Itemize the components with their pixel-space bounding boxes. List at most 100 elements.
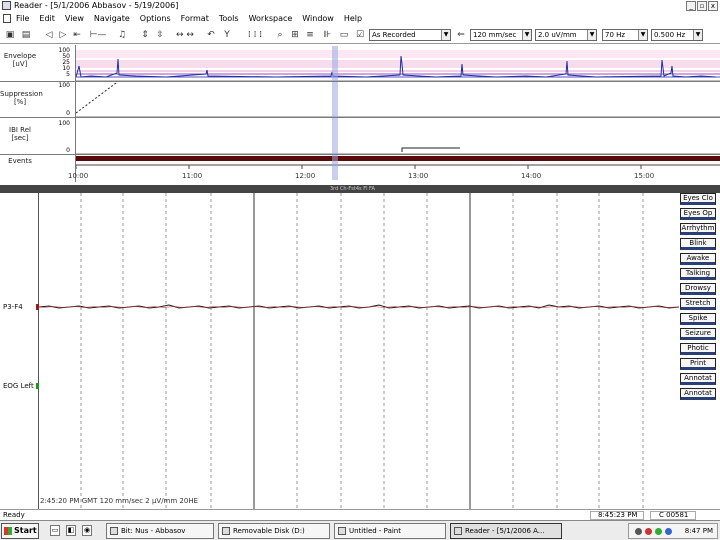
- save-icon[interactable]: ▣: [4, 29, 16, 41]
- panel-divider: [0, 154, 720, 155]
- eeg-graph[interactable]: [38, 193, 680, 509]
- timebase-select[interactable]: 120 mm/sec ▼: [470, 29, 532, 41]
- trend-label-unit: [sec]: [11, 134, 29, 142]
- forward-icon[interactable]: ▷: [58, 29, 68, 41]
- speed-icon[interactable]: ⇐: [455, 29, 467, 41]
- clock[interactable]: 8:47 PM: [685, 524, 713, 538]
- event-button-eyes-open[interactable]: Eyes Op: [680, 208, 716, 220]
- menu-bar: File Edit View Navigate Options Format T…: [0, 12, 720, 25]
- eeg-waveform-area[interactable]: [38, 193, 680, 509]
- event-button-annotation[interactable]: Annotat: [680, 373, 716, 385]
- tray-icon[interactable]: [665, 528, 672, 535]
- menu-options[interactable]: Options: [140, 12, 171, 25]
- channel-icon[interactable]: ≡: [305, 29, 315, 41]
- expand-icon[interactable]: ↔ ↔: [170, 29, 200, 41]
- drive-icon: [222, 527, 230, 535]
- tray-icon[interactable]: [655, 528, 662, 535]
- event-button-arrhythmia[interactable]: Arrhythm: [680, 223, 716, 235]
- print-icon[interactable]: ▤: [20, 29, 32, 41]
- measure-icon[interactable]: ⊞: [290, 29, 300, 41]
- hff-select[interactable]: 0.500 Hz ▼: [651, 29, 703, 41]
- menu-edit[interactable]: Edit: [39, 12, 55, 25]
- time-label: 13:00: [408, 172, 429, 180]
- trend-label-unit: [%]: [13, 98, 27, 106]
- menu-window[interactable]: Window: [302, 12, 334, 25]
- video-icon[interactable]: ▭: [338, 29, 350, 41]
- channel-label-eog-left[interactable]: EOG Left: [3, 382, 34, 390]
- timeline-icon[interactable]: ⊢—: [88, 29, 108, 41]
- explorer-icon[interactable]: ◧: [66, 525, 76, 536]
- search-icon[interactable]: ⌕: [275, 29, 285, 41]
- close-button[interactable]: x: [708, 1, 718, 11]
- event-button-print[interactable]: Print: [680, 358, 716, 370]
- filter-icon[interactable]: Y: [222, 29, 232, 41]
- menu-view[interactable]: View: [65, 12, 84, 25]
- task-label: Removable Disk (D:): [233, 527, 305, 535]
- zoom-range-icon[interactable]: ⁞ ⁞ ⁞: [240, 29, 270, 41]
- desktop-icon[interactable]: ▭: [50, 525, 60, 536]
- montage-icon[interactable]: ⊪: [320, 29, 334, 41]
- first-icon[interactable]: ⇤: [72, 29, 82, 41]
- task-bit-nus[interactable]: Bit: Nus - Abbasov: [106, 523, 214, 539]
- split-icon[interactable]: ⇕: [140, 29, 150, 41]
- menu-workspace[interactable]: Workspace: [249, 12, 293, 25]
- back-icon[interactable]: ◁: [44, 29, 54, 41]
- start-button[interactable]: Start: [1, 523, 39, 539]
- menu-tools[interactable]: Tools: [219, 12, 239, 25]
- checkbox-icon[interactable]: ☑: [355, 29, 365, 41]
- event-button-seizure[interactable]: Seizure: [680, 328, 716, 340]
- menu-format[interactable]: Format: [181, 12, 209, 25]
- event-button-eyes-closed[interactable]: Eyes Clo: [680, 193, 716, 205]
- title-bar: Reader - [5/1/2006 Abbasov - 5/19/2006] …: [0, 0, 720, 12]
- trend-graph[interactable]: [76, 46, 720, 180]
- menu-file[interactable]: File: [16, 12, 29, 25]
- event-button-annotation-2[interactable]: Annotat: [680, 388, 716, 400]
- event-button-photic[interactable]: Photic: [680, 343, 716, 355]
- folder-icon: [110, 527, 118, 535]
- events-bar: [76, 156, 720, 161]
- maximize-button[interactable]: ▫: [697, 1, 707, 11]
- sensitivity-select[interactable]: 2.0 uV/mm ▼: [535, 29, 597, 41]
- channel-label-p3-f4[interactable]: P3-F4: [3, 303, 23, 311]
- merge-icon[interactable]: ⇳: [155, 29, 165, 41]
- trend-label-line: Suppression: [0, 90, 43, 98]
- time-axis-ticks: [76, 165, 642, 169]
- time-cursor[interactable]: [332, 46, 338, 180]
- chevron-down-icon: ▼: [587, 30, 596, 40]
- tray-icon[interactable]: [635, 528, 642, 535]
- time-label: 10:00: [68, 172, 89, 180]
- task-removable-disk[interactable]: Removable Disk (D:): [218, 523, 330, 539]
- eeg-trace-overlay: [38, 306, 680, 308]
- eeg-info-text: 2:45:20 PM GMT 120 mm/sec 2 µV/mm 20HE: [40, 497, 199, 505]
- time-label: 11:00: [182, 172, 203, 180]
- task-reader[interactable]: Reader - [5/1/2006 A...: [450, 523, 562, 539]
- system-tray: 8:47 PM: [628, 523, 718, 539]
- window-controls: _ ▫ x: [686, 0, 718, 12]
- music-note-icon[interactable]: ♫: [116, 29, 128, 41]
- event-button-talking[interactable]: Talking: [680, 268, 716, 280]
- event-button-drowsy[interactable]: Drowsy: [680, 283, 716, 295]
- panel-divider: [0, 81, 720, 82]
- document-icon[interactable]: [3, 14, 11, 23]
- status-time: 8:45:23 PM: [598, 511, 638, 519]
- chevron-down-icon: ▼: [522, 30, 531, 40]
- trend-label-divider: [75, 45, 76, 182]
- event-button-awake[interactable]: Awake: [680, 253, 716, 265]
- montage-select[interactable]: As Recorded ▼: [369, 29, 451, 41]
- menu-help[interactable]: Help: [344, 12, 362, 25]
- tray-icon[interactable]: [645, 528, 652, 535]
- eeg-second-lines: [253, 193, 471, 509]
- trend-label-line: Envelope: [3, 52, 37, 60]
- windows-logo-icon: [4, 527, 12, 535]
- minimize-button[interactable]: _: [686, 1, 696, 11]
- toolbar: ▣ ▤ ◁ ▷ ⇤ ⊢— ♫ ⇕ ⇳ ↔ ↔ ↶ Y ⁞ ⁞ ⁞ ⌕ ⊞ ≡ ⊪…: [0, 26, 720, 44]
- event-button-stretch[interactable]: Stretch: [680, 298, 716, 310]
- event-button-blink[interactable]: Blink: [680, 238, 716, 250]
- task-paint[interactable]: Untitled - Paint: [334, 523, 446, 539]
- event-button-spike[interactable]: Spike: [680, 313, 716, 325]
- undo-icon[interactable]: ↶: [205, 29, 217, 41]
- menu-navigate[interactable]: Navigate: [94, 12, 130, 25]
- tick-label: 100: [58, 82, 70, 89]
- lff-select[interactable]: 70 Hz ▼: [602, 29, 648, 41]
- media-icon[interactable]: ◉: [82, 525, 92, 536]
